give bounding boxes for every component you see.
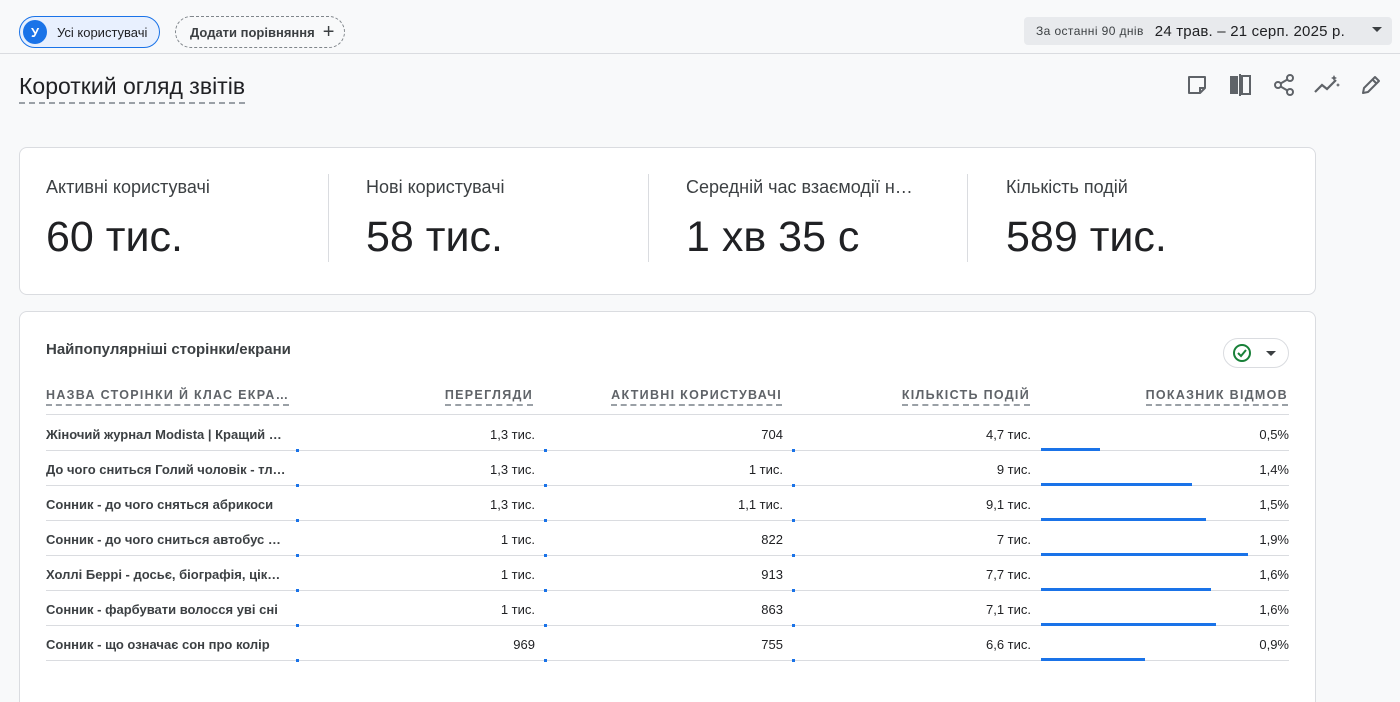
bounce-rate-cell: 1,5% [1259,497,1289,512]
event-count-cell: 7 тис. [996,532,1031,547]
date-range-value: 24 трав. – 21 серп. 2025 р. [1154,22,1345,40]
active-users-cell: 1,1 тис. [737,497,783,512]
metric-label: Кількість подій [1006,177,1128,197]
compare-columns-icon[interactable] [1227,72,1253,98]
event-count-cell: 4,7 тис. [985,427,1031,442]
divider [328,174,329,262]
date-preset-label: За останні 90 днів [1036,24,1144,38]
event-count-cell: 9 тис. [996,462,1031,477]
top-bar: У Усі користувачі Додати порівняння + За… [0,0,1400,54]
segment-chip-all-users[interactable]: У Усі користувачі [19,16,161,48]
table-row[interactable]: Жіночий журнал Modista | Кращий жіночий … [46,416,1289,452]
bounce-rate-bar [1041,658,1145,661]
page-name-cell: Холлі Беррі - досьє, біографія, цікаві ф… [46,567,286,582]
active-users-cell: 863 [761,602,783,617]
event-count-cell: 7,7 тис. [985,567,1031,582]
metric-value: 1 хв 35 с [686,213,860,261]
share-icon[interactable] [1271,72,1297,98]
metric-value: 58 тис. [366,213,503,261]
insights-icon[interactable] [1314,72,1340,98]
metric-label: Середній час взаємодії н… [686,177,913,197]
table-row[interactable]: До чого сниться Голий чоловік - тлумачен… [46,451,1289,487]
metric-label: Активні користувачі [46,177,210,197]
header-divider [46,414,1289,415]
views-cell: 1 тис. [500,567,535,582]
page-name-cell: До чого сниться Голий чоловік - тлумачен… [46,462,286,477]
active-users-cell: 755 [761,637,783,652]
event-count-cell: 6,6 тис. [985,637,1031,652]
table-row[interactable]: Сонник - до чого сняться абрикоси 1,3 тис… [46,486,1289,522]
bounce-rate-cell: 1,6% [1259,567,1289,582]
metric-value: 60 тис. [46,213,183,261]
bounce-rate-cell: 0,9% [1259,637,1289,652]
page-name-cell: Сонник - до чого сниться автобус у сні [46,532,286,547]
top-pages-card: Найпопулярніші сторінки/екрани НАЗВА СТО… [19,311,1316,702]
divider [648,174,649,262]
event-count-cell: 7,1 тис. [985,602,1031,617]
bounce-rate-cell: 0,5% [1259,427,1289,442]
views-bar [296,659,299,662]
views-cell: 1 тис. [500,532,535,547]
page-name-cell: Сонник - що означає сон про колір [46,637,270,652]
date-range-picker[interactable]: За останні 90 днів 24 трав. – 21 серп. 2… [1024,17,1392,45]
note-icon[interactable] [1184,72,1210,98]
active-users-cell: 822 [761,532,783,547]
edit-icon[interactable] [1358,72,1384,98]
views-cell: 1,3 тис. [489,462,535,477]
active-users-cell: 704 [761,427,783,442]
check-circle-icon [1233,344,1251,362]
add-comparison-button[interactable]: Додати порівняння + [175,16,346,48]
active-users-cell: 1 тис. [748,462,783,477]
active-users-cell: 913 [761,567,783,582]
views-cell: 1 тис. [500,602,535,617]
event-count-cell: 9,1 тис. [985,497,1031,512]
page-title[interactable]: Короткий огляд звітів [19,73,246,104]
column-header-bounce-rate[interactable]: ПОКАЗНИК ВІДМОВ [1145,388,1288,406]
event-count-bar [792,659,795,662]
views-cell: 969 [513,637,535,652]
table-row[interactable]: Холлі Беррі - досьє, біографія, цікаві ф… [46,556,1289,592]
bounce-rate-cell: 1,9% [1259,532,1289,547]
column-header-page-name[interactable]: НАЗВА СТОРІНКИ Й КЛАС ЕКРА… [46,388,290,406]
column-header-views[interactable]: ПЕРЕГЛЯДИ [444,388,533,406]
views-cell: 1,3 тис. [489,497,535,512]
divider [967,174,968,262]
segment-avatar: У [23,20,47,44]
column-header-event-count[interactable]: КІЛЬКІСТЬ ПОДІЙ [901,388,1030,406]
metrics-card: Активні користувачі 60 тис. Нові користу… [19,147,1316,295]
page-name-cell: Сонник - до чого сняться абрикоси [46,497,274,512]
page-name-cell: Жіночий журнал Modista | Кращий жіночий … [46,427,286,442]
table-row[interactable]: Сонник - до чого сниться автобус у сні 1 … [46,521,1289,557]
bounce-rate-cell: 1,4% [1259,462,1289,477]
comparison-status-dropdown[interactable] [1223,338,1289,368]
views-cell: 1,3 тис. [489,427,535,442]
page-name-cell: Сонник - фарбувати волосся уві сні [46,602,278,617]
bounce-rate-cell: 1,6% [1259,602,1289,617]
chevron-down-icon [1266,350,1276,356]
segment-label: Усі користувачі [57,24,148,40]
chevron-down-icon [1372,27,1382,32]
column-header-active-users[interactable]: АКТИВНІ КОРИСТУВАЧІ [611,388,782,406]
active-users-bar [544,659,547,662]
metric-label: Нові користувачі [366,177,505,197]
table-row[interactable]: Сонник - що означає сон про колір 969 755 6… [46,626,1289,662]
table-title: Найпопулярніші сторінки/екрани [46,341,291,358]
metric-value: 589 тис. [1006,213,1167,261]
table-row[interactable]: Сонник - фарбувати волосся уві сні 1 тис.… [46,591,1289,627]
plus-icon: + [322,21,335,43]
add-comparison-label: Додати порівняння [190,24,315,40]
